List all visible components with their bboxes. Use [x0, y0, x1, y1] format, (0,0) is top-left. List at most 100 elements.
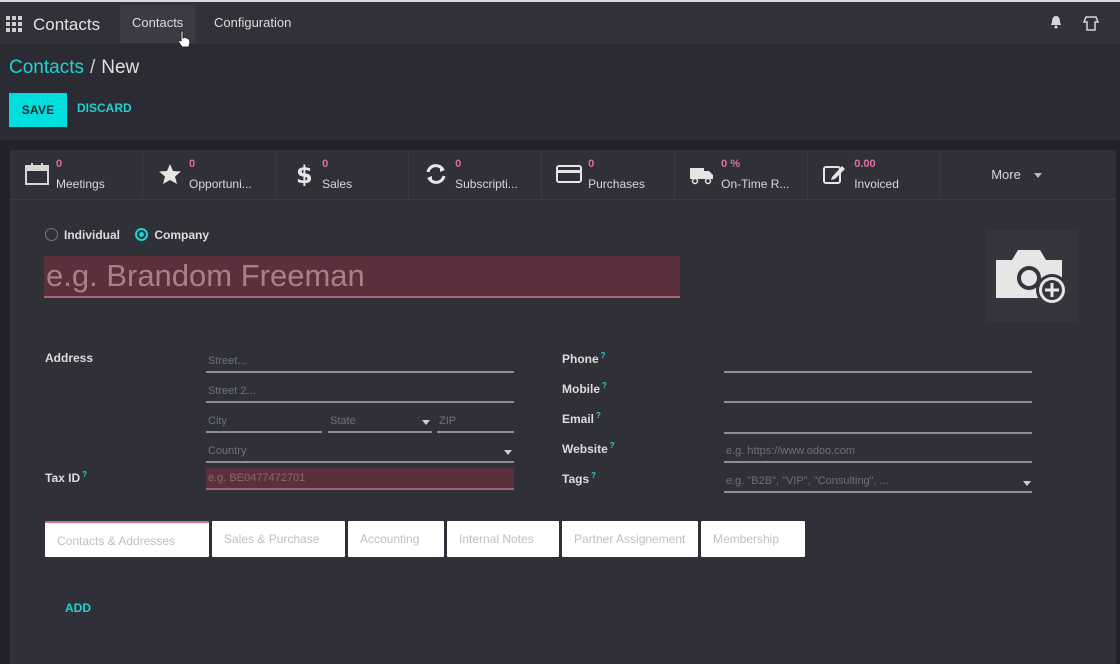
opportunities-count: 0 — [189, 158, 196, 170]
name-input[interactable] — [44, 256, 680, 298]
state-select[interactable] — [328, 411, 432, 433]
breadcrumb-separator: / — [89, 57, 96, 78]
tax-id-input[interactable] — [206, 468, 514, 490]
radio-checked-icon — [135, 228, 149, 241]
subscriptions-label: Subscripti... — [455, 177, 518, 191]
sales-label: Sales — [322, 177, 353, 191]
hand-cursor-icon — [177, 30, 191, 48]
save-button[interactable]: SAVE — [9, 93, 67, 127]
tags-input[interactable] — [724, 471, 1032, 493]
country-select[interactable] — [206, 441, 514, 463]
app-name: Contacts — [33, 15, 101, 34]
tab-accounting[interactable]: Accounting — [348, 521, 444, 557]
radio-company-label: Company — [154, 228, 210, 242]
meetings-count: 0 — [56, 158, 63, 170]
smart-button-box: 0 Meetings 0 Opportuni... $ 0 Sales 0 Su… — [10, 150, 1116, 200]
menu-configuration[interactable]: Configuration — [202, 5, 303, 43]
meetings-label: Meetings — [56, 177, 105, 191]
street2-input[interactable] — [206, 381, 514, 403]
purchases-label: Purchases — [588, 177, 645, 191]
tab-membership[interactable]: Membership — [701, 521, 805, 557]
zip-input[interactable] — [437, 411, 514, 433]
tab-contacts-addresses[interactable]: Contacts & Addresses — [45, 521, 209, 557]
edit-icon — [823, 166, 846, 184]
street-input[interactable] — [206, 351, 514, 373]
email-label: Email? — [562, 411, 601, 426]
phone-label-text: Phone — [562, 352, 599, 366]
phone-input[interactable] — [724, 351, 1032, 373]
truck-icon — [690, 168, 714, 185]
invoiced-amount: 0.00 — [854, 158, 876, 170]
refresh-icon — [426, 164, 446, 184]
radio-individual-label: Individual — [64, 228, 121, 242]
tags-label-text: Tags — [562, 472, 590, 486]
svg-text:$: $ — [296, 162, 313, 186]
tax-id-label: Tax ID? — [45, 470, 87, 485]
more-dropdown-button[interactable]: More — [941, 150, 1116, 200]
form-sheet: 0 Meetings 0 Opportuni... $ 0 Sales 0 Su… — [10, 150, 1116, 664]
meetings-smart-button[interactable]: 0 Meetings — [10, 150, 144, 200]
help-icon[interactable]: ? — [82, 470, 87, 479]
subscriptions-smart-button[interactable]: 0 Subscripti... — [409, 150, 543, 200]
add-contact-link[interactable]: ADD — [65, 601, 91, 615]
website-label-text: Website — [562, 442, 608, 456]
chevron-down-icon — [1034, 173, 1043, 178]
camera-add-icon — [996, 250, 1068, 306]
help-icon[interactable]: ? — [610, 441, 615, 450]
website-input[interactable] — [724, 441, 1032, 463]
breadcrumb-contacts-link[interactable]: Contacts — [9, 57, 84, 78]
invoiced-smart-button[interactable]: 0.00 Invoiced — [808, 150, 942, 200]
city-input[interactable] — [206, 411, 322, 433]
tab-sales-purchase[interactable]: Sales & Purchase — [212, 521, 345, 557]
state-caret-icon — [422, 420, 430, 425]
tab-internal-notes[interactable]: Internal Notes — [447, 521, 559, 557]
sales-smart-button[interactable]: $ 0 Sales — [276, 150, 410, 200]
radio-circle-icon — [45, 228, 58, 241]
company-type-radio-group: Individual Company — [45, 228, 209, 242]
discard-button[interactable]: DISCARD — [77, 101, 132, 115]
phone-label: Phone? — [562, 351, 606, 366]
subscriptions-count: 0 — [455, 158, 462, 170]
on-time-rate-label: On-Time R... — [721, 177, 790, 191]
form-view: 0 Meetings 0 Opportuni... $ 0 Sales 0 Su… — [0, 140, 1120, 664]
breadcrumb-current: New — [101, 57, 140, 78]
star-icon — [159, 164, 182, 184]
help-icon[interactable]: ? — [601, 351, 606, 360]
dollar-icon: $ — [296, 162, 313, 186]
apps-grid-icon[interactable] — [6, 16, 22, 32]
tags-caret-icon — [1023, 481, 1031, 486]
email-label-text: Email — [562, 412, 595, 426]
mobile-input[interactable] — [724, 381, 1032, 403]
website-label: Website? — [562, 441, 615, 456]
purchases-smart-button[interactable]: 0 Purchases — [542, 150, 676, 200]
help-icon[interactable]: ? — [591, 471, 596, 480]
help-icon[interactable]: ? — [596, 411, 601, 420]
calendar-icon — [25, 163, 49, 185]
mobile-label: Mobile? — [562, 381, 607, 396]
help-icon[interactable]: ? — [602, 381, 607, 390]
user-avatar-icon[interactable] — [1082, 14, 1100, 32]
purchases-count: 0 — [588, 158, 595, 170]
on-time-rate-count: 0 % — [721, 158, 741, 170]
tax-id-label-text: Tax ID — [45, 471, 81, 485]
more-label: More — [991, 167, 1021, 182]
radio-individual[interactable]: Individual — [45, 228, 120, 242]
image-upload[interactable] — [986, 230, 1078, 322]
country-caret-icon — [504, 450, 512, 455]
email-input[interactable] — [724, 412, 1032, 434]
sales-count: 0 — [322, 158, 329, 170]
credit-card-icon — [556, 165, 583, 183]
tags-label: Tags? — [562, 471, 596, 486]
tab-partner-assignement[interactable]: Partner Assignement — [562, 521, 698, 557]
breadcrumb: Contacts / New — [9, 57, 139, 79]
invoiced-label: Invoiced — [854, 177, 899, 191]
opportunities-smart-button[interactable]: 0 Opportuni... — [143, 150, 277, 200]
opportunities-label: Opportuni... — [189, 177, 252, 191]
address-label: Address — [45, 351, 94, 365]
mobile-label-text: Mobile — [562, 382, 600, 396]
radio-company[interactable]: Company — [135, 228, 209, 242]
notebook-tabs: Contacts & Addresses Sales & Purchase Ac… — [45, 521, 808, 557]
bell-icon[interactable] — [1050, 14, 1062, 30]
top-navbar: Contacts Contacts Configuration — [0, 0, 1120, 48]
on-time-rate-smart-button[interactable]: 0 % On-Time R... — [675, 150, 809, 200]
